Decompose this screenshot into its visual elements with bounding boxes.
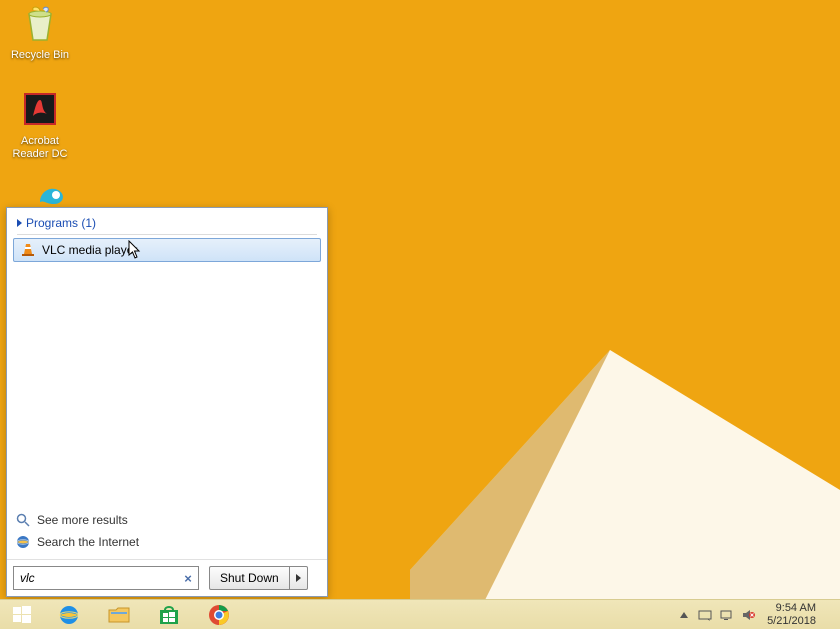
results-section-label: Programs (1): [26, 216, 96, 230]
taskbar-item-google-chrome[interactable]: [194, 600, 244, 629]
taskbar-item-internet-explorer[interactable]: [44, 600, 94, 629]
shutdown-button[interactable]: Shut Down: [209, 566, 290, 590]
folder-icon: [106, 602, 132, 628]
search-internet-label: Search the Internet: [37, 535, 139, 549]
shutdown-options-button[interactable]: [290, 566, 308, 590]
system-tray: 9:54 AM 5/21/2018: [673, 600, 840, 629]
action-center-icon[interactable]: [697, 607, 713, 623]
volume-icon[interactable]: [741, 607, 757, 623]
search-result-vlc[interactable]: VLC media player: [13, 238, 321, 262]
clock-date: 5/21/2018: [767, 615, 816, 628]
results-section-header[interactable]: Programs (1): [11, 214, 323, 234]
start-button[interactable]: [0, 600, 44, 629]
taskbar-clock[interactable]: 9:54 AM 5/21/2018: [763, 602, 822, 628]
desktop-icon-acrobat-reader[interactable]: Acrobat Reader DC: [6, 90, 74, 161]
app-icon: [36, 184, 68, 206]
tray-overflow-button[interactable]: [677, 610, 691, 620]
desktop-icon-label: Acrobat Reader DC: [6, 135, 74, 161]
taskbar-item-file-explorer[interactable]: [94, 600, 144, 629]
search-icon: [15, 512, 31, 528]
internet-icon: [15, 534, 31, 550]
taskbar-item-windows-store[interactable]: [144, 600, 194, 629]
search-input-container: ×: [13, 566, 199, 590]
desktop-icon-recycle-bin[interactable]: Recycle Bin: [6, 4, 74, 62]
chevron-right-icon: [296, 574, 301, 582]
desktop-icon-label: Recycle Bin: [6, 49, 74, 62]
taskbar-spacer: [244, 600, 673, 629]
clear-search-button[interactable]: ×: [180, 570, 196, 586]
search-footer-links: See more results Search the Internet: [7, 505, 327, 559]
start-menu-search-panel: Programs (1) VLC media player See mo: [6, 207, 328, 597]
chrome-icon: [207, 603, 231, 627]
vlc-icon: [20, 242, 36, 258]
internet-explorer-icon: [56, 602, 82, 628]
acrobat-icon: [19, 90, 61, 132]
store-icon: [157, 603, 181, 627]
clock-time: 9:54 AM: [767, 602, 816, 615]
search-input[interactable]: [20, 571, 180, 585]
shutdown-split-button: Shut Down: [209, 566, 308, 590]
search-result-label: VLC media player: [42, 243, 137, 257]
chevron-right-icon: [17, 219, 22, 227]
see-more-results-link[interactable]: See more results: [13, 509, 321, 531]
see-more-label: See more results: [37, 513, 128, 527]
start-menu-bottom-row: × Shut Down: [7, 559, 327, 596]
taskbar: 9:54 AM 5/21/2018: [0, 599, 840, 629]
desktop-icon-app[interactable]: [18, 184, 86, 209]
section-divider: [17, 234, 317, 235]
windows-logo-icon: [11, 604, 33, 626]
recycle-bin-icon: [19, 4, 61, 46]
search-internet-link[interactable]: Search the Internet: [13, 531, 321, 553]
network-icon[interactable]: [719, 607, 735, 623]
search-results-area: Programs (1) VLC media player: [7, 208, 327, 505]
wallpaper-fold: [410, 350, 840, 600]
